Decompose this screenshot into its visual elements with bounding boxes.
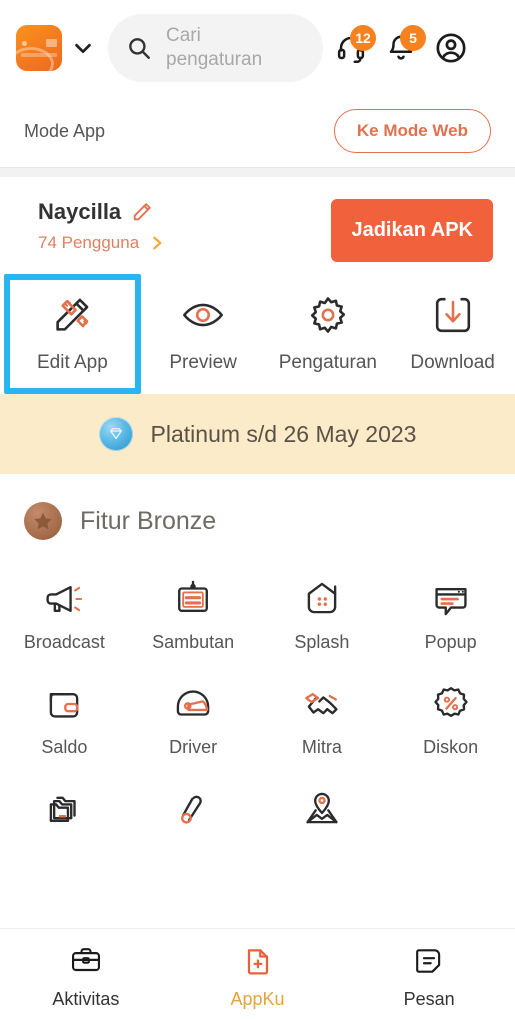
pencil-ruler-icon	[49, 292, 95, 338]
mode-row: Mode App Ke Mode Web	[0, 95, 515, 167]
discount-percent-icon	[430, 683, 472, 725]
profile-name-row: Naycilla	[38, 199, 165, 225]
bronze-star-badge-icon	[24, 502, 62, 540]
mode-label: Mode App	[24, 120, 106, 141]
search-input[interactable]: Cari pengaturan	[108, 13, 323, 82]
pin-tool-icon	[172, 788, 214, 830]
header-actions: 12 5	[333, 24, 469, 66]
feature-driver[interactable]: Driver	[129, 667, 258, 772]
nav-label: Aktivitas	[52, 989, 120, 1009]
feature-label: Splash	[294, 632, 350, 652]
wallet-icon	[43, 683, 85, 725]
app-header: Cari pengaturan 12 5	[0, 0, 515, 95]
features-header: Fitur Bronze	[0, 474, 515, 546]
quick-actions: Edit App Preview Pengaturan Download	[0, 268, 515, 394]
account-circle-icon[interactable]	[433, 30, 469, 66]
feature-label: Diskon	[423, 737, 479, 757]
headset-icon[interactable]: 12	[333, 24, 376, 66]
users-count: 74 Pengguna	[38, 233, 140, 252]
feature-map-location[interactable]	[258, 772, 387, 856]
chevron-down-icon[interactable]	[68, 28, 98, 68]
helmet-icon	[172, 683, 214, 725]
document-plus-icon	[240, 943, 276, 979]
bottom-navigation: Aktivitas AppKu Pesan	[0, 928, 515, 1024]
eye-icon	[180, 292, 226, 338]
feature-label: Driver	[169, 737, 218, 757]
map-location-icon	[301, 788, 343, 830]
feature-splash[interactable]: Splash	[258, 562, 387, 667]
support-badge: 12	[350, 24, 376, 51]
features-section: Fitur Bronze Broadcast Sambutan Splash P…	[0, 474, 515, 928]
search-icon	[126, 35, 152, 61]
action-label: Download	[410, 352, 495, 373]
nav-item-appku[interactable]: AppKu	[172, 929, 344, 1024]
feature-label: Broadcast	[23, 632, 105, 652]
feature-sambutan[interactable]: Sambutan	[129, 562, 258, 667]
app-name: Naycilla	[38, 199, 122, 224]
nav-label: AppKu	[230, 989, 285, 1009]
action-edit-app[interactable]: Edit App	[4, 274, 141, 394]
bell-icon[interactable]: 5	[383, 24, 426, 66]
pencil-icon[interactable]	[131, 201, 153, 223]
app-screen: Cari pengaturan 12 5 Mode App Ke Mode We…	[0, 0, 515, 1024]
briefcase-icon	[68, 943, 104, 979]
features-grid: Broadcast Sambutan Splash Popup Saldo Dr…	[0, 546, 515, 856]
profile-row: Naycilla 74 Pengguna Jadikan APK	[0, 177, 515, 268]
feature-popup[interactable]: Popup	[386, 562, 515, 667]
action-settings[interactable]: Pengaturan	[266, 274, 391, 394]
notification-badge: 5	[400, 24, 426, 51]
download-box-icon	[430, 292, 476, 338]
chevron-right-icon	[149, 233, 165, 253]
megaphone-icon	[43, 578, 85, 620]
feature-pin-tool[interactable]	[129, 772, 258, 856]
profile-info: Naycilla 74 Pengguna	[38, 199, 165, 253]
action-label: Pengaturan	[278, 352, 377, 373]
folders-icon	[43, 788, 85, 830]
features-title: Fitur Bronze	[80, 506, 217, 535]
app-profile-card: Naycilla 74 Pengguna Jadikan APK Edit Ap…	[0, 177, 515, 394]
nav-item-aktivitas[interactable]: Aktivitas	[0, 929, 172, 1024]
action-label: Edit App	[36, 352, 108, 373]
feature-folders[interactable]	[0, 772, 129, 856]
message-icon	[411, 943, 447, 979]
search-placeholder: Cari pengaturan	[166, 24, 263, 70]
nav-item-pesan[interactable]: Pesan	[343, 929, 515, 1024]
feature-label: Sambutan	[152, 632, 235, 652]
feature-diskon[interactable]: Diskon	[386, 667, 515, 772]
feature-mitra[interactable]: Mitra	[258, 667, 387, 772]
app-logo[interactable]	[16, 24, 62, 71]
handshake-icon	[301, 683, 343, 725]
platinum-text: Platinum s/d 26 May 2023	[150, 420, 417, 447]
feature-label: Mitra	[301, 737, 342, 757]
action-download[interactable]: Download	[390, 274, 515, 394]
switch-to-web-mode-button[interactable]: Ke Mode Web	[333, 109, 491, 153]
section-divider	[0, 167, 515, 177]
platinum-gem-icon	[98, 417, 133, 451]
feature-label: Saldo	[41, 737, 88, 757]
feature-broadcast[interactable]: Broadcast	[0, 562, 129, 667]
make-apk-button[interactable]: Jadikan APK	[331, 199, 493, 262]
nav-label: Pesan	[403, 989, 455, 1009]
feature-saldo[interactable]: Saldo	[0, 667, 129, 772]
action-label: Preview	[169, 352, 237, 373]
popup-window-icon	[430, 578, 472, 620]
platinum-banner[interactable]: Platinum s/d 26 May 2023	[0, 394, 515, 474]
welcome-sign-icon	[172, 578, 214, 620]
action-preview[interactable]: Preview	[141, 274, 266, 394]
gear-icon	[305, 292, 351, 338]
feature-label: Popup	[424, 632, 477, 652]
splash-house-icon	[301, 578, 343, 620]
users-row[interactable]: 74 Pengguna	[38, 233, 165, 253]
